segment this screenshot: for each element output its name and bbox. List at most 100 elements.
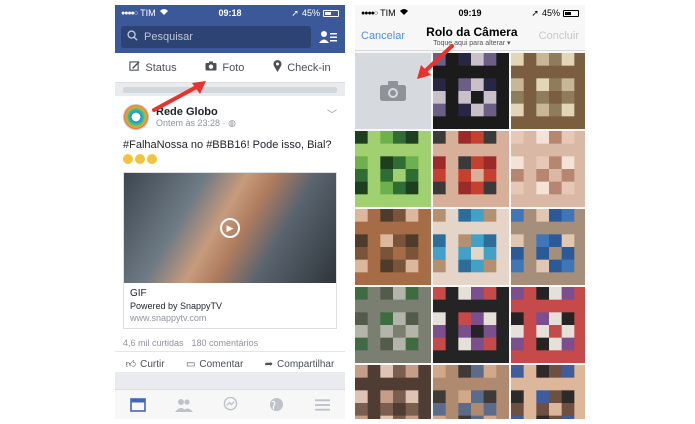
signal-icon: ●●●●○ bbox=[121, 9, 138, 17]
comment-label: Comentar bbox=[199, 358, 244, 370]
post-author[interactable]: Rede Globo bbox=[156, 106, 236, 118]
search-icon bbox=[127, 30, 138, 44]
chevron-down-icon: ▾ bbox=[507, 39, 511, 47]
carrier-label: TIM bbox=[380, 8, 396, 18]
friends-icon bbox=[175, 398, 193, 412]
signal-icon: ●●●●○ bbox=[361, 9, 378, 17]
photo-thumbnail[interactable] bbox=[511, 209, 585, 285]
photo-thumbnail[interactable] bbox=[511, 365, 585, 419]
checkin-label: Check-in bbox=[287, 61, 331, 74]
album-selector[interactable]: Rolo da Câmera Toque aqui para alterar ▾ bbox=[426, 25, 517, 47]
post-text-tail: ! Pode isso, Bial? bbox=[246, 139, 332, 151]
messenger-icon bbox=[223, 397, 237, 411]
like-button[interactable]: 👍︎ Curtir bbox=[125, 358, 165, 371]
battery-icon bbox=[322, 9, 339, 17]
pencil-icon bbox=[129, 60, 140, 75]
laughing-emoji-icon bbox=[147, 154, 157, 165]
wifi-icon bbox=[399, 8, 409, 18]
top-bar: Pesquisar bbox=[115, 21, 345, 53]
camera-icon bbox=[205, 61, 217, 74]
photo-image bbox=[511, 53, 585, 129]
laughing-emoji-icon bbox=[123, 154, 133, 165]
attachment-description: Powered by SnappyTV bbox=[130, 301, 223, 311]
laughing-emoji-icon bbox=[135, 154, 145, 165]
photo-image bbox=[433, 209, 509, 285]
menu-tab[interactable] bbox=[313, 398, 331, 412]
attachment-title: GIF bbox=[130, 288, 147, 299]
chevron-down-icon[interactable]: ﹀ bbox=[327, 106, 337, 121]
post-actions: 👍︎ Curtir ▭ Comentar ➦ Compartilhar bbox=[115, 351, 345, 370]
checkin-button[interactable]: Check-in bbox=[273, 60, 331, 75]
friends-tab[interactable] bbox=[175, 398, 193, 412]
gif-preview[interactable]: ▶ bbox=[124, 173, 336, 283]
camera-icon bbox=[380, 81, 406, 101]
news-feed-icon bbox=[130, 397, 146, 412]
photo-label: Foto bbox=[222, 61, 245, 74]
location-icon: ➚ bbox=[291, 7, 299, 18]
photo-thumbnail[interactable] bbox=[433, 287, 509, 363]
comment-button[interactable]: ▭ Comentar bbox=[186, 358, 243, 370]
attachment-link[interactable]: www.snappytv.com bbox=[130, 313, 330, 323]
feed-post: Rede Globo Ontem às 23:28 · ◍ ﹀ #FalhaNo… bbox=[115, 96, 345, 372]
photo-image bbox=[511, 287, 585, 363]
photo-button[interactable]: Foto bbox=[205, 61, 244, 74]
loading-placeholder bbox=[123, 87, 337, 93]
notifications-tab[interactable] bbox=[267, 397, 285, 412]
speech-bubble-icon: ▭ bbox=[185, 358, 196, 370]
share-button[interactable]: ➦ Compartilhar bbox=[265, 358, 335, 370]
photo-thumbnail[interactable] bbox=[355, 131, 431, 207]
status-button[interactable]: Status bbox=[129, 60, 177, 75]
friend-requests-button[interactable] bbox=[317, 26, 339, 48]
like-label: Curtir bbox=[140, 358, 165, 370]
photo-image bbox=[511, 365, 585, 419]
camera-roll-screen: ●●●●○ TIM 09:19 ➚ 45% Cancelar Rolo da C… bbox=[355, 5, 585, 419]
photo-image bbox=[355, 365, 431, 419]
clock: 09:19 bbox=[458, 8, 482, 18]
photo-image bbox=[511, 209, 585, 285]
gif-attachment[interactable]: ▶ GIF Powered by SnappyTV www.snappytv.c… bbox=[123, 172, 337, 329]
photo-thumbnail[interactable] bbox=[511, 287, 585, 363]
done-button[interactable]: Concluir bbox=[539, 30, 579, 42]
globe-icon: ◍ bbox=[228, 117, 236, 128]
photo-image bbox=[433, 53, 509, 129]
comment-count[interactable]: 180 comentários bbox=[192, 338, 259, 348]
battery-percent: 45% bbox=[301, 8, 320, 18]
location-icon: ➚ bbox=[531, 7, 539, 18]
composer-bar: Status Foto Check-in bbox=[115, 53, 345, 83]
post-text-connector: no bbox=[187, 139, 207, 151]
wifi-icon bbox=[159, 8, 169, 18]
photo-thumbnail[interactable] bbox=[511, 53, 585, 129]
avatar[interactable] bbox=[123, 104, 149, 130]
thumbs-up-icon: 👍︎ bbox=[125, 359, 137, 370]
photo-thumbnail[interactable] bbox=[355, 365, 431, 419]
post-timestamp: Ontem às 23:28 · bbox=[156, 117, 226, 128]
carrier-label: TIM bbox=[140, 8, 156, 18]
photo-thumbnail[interactable] bbox=[511, 131, 585, 207]
news-feed-tab[interactable] bbox=[129, 397, 147, 412]
photo-image bbox=[355, 209, 431, 285]
photo-thumbnail[interactable] bbox=[355, 209, 431, 285]
photo-image bbox=[433, 365, 509, 419]
post-text: #FalhaNossa no #BBB16! Pode isso, Bial? bbox=[123, 138, 337, 166]
photo-thumbnail[interactable] bbox=[433, 209, 509, 285]
photo-thumbnail[interactable] bbox=[433, 53, 509, 129]
navigation-bar: Cancelar Rolo da Câmera Toque aqui para … bbox=[355, 21, 585, 51]
hashtag-falhanossa[interactable]: #FalhaNossa bbox=[123, 139, 188, 151]
cancel-button[interactable]: Cancelar bbox=[361, 30, 405, 42]
play-icon[interactable]: ▶ bbox=[220, 218, 240, 238]
search-input[interactable]: Pesquisar bbox=[121, 26, 311, 48]
album-title: Rolo da Câmera bbox=[426, 24, 518, 39]
photo-thumbnail[interactable] bbox=[355, 287, 431, 363]
status-label: Status bbox=[145, 61, 177, 74]
photo-thumbnail[interactable] bbox=[433, 131, 509, 207]
album-subtitle: Toque aqui para alterar bbox=[433, 39, 506, 47]
photo-thumbnail[interactable] bbox=[433, 365, 509, 419]
messenger-tab[interactable] bbox=[221, 397, 239, 412]
hashtag-bbb16[interactable]: #BBB16 bbox=[206, 139, 246, 151]
like-count[interactable]: 4,6 mil curtidas bbox=[123, 338, 184, 348]
friends-list-icon bbox=[319, 31, 337, 43]
take-photo-button[interactable] bbox=[355, 53, 431, 129]
photo-image bbox=[355, 287, 431, 363]
share-arrow-icon: ➦ bbox=[264, 358, 274, 370]
photo-grid bbox=[355, 51, 585, 419]
